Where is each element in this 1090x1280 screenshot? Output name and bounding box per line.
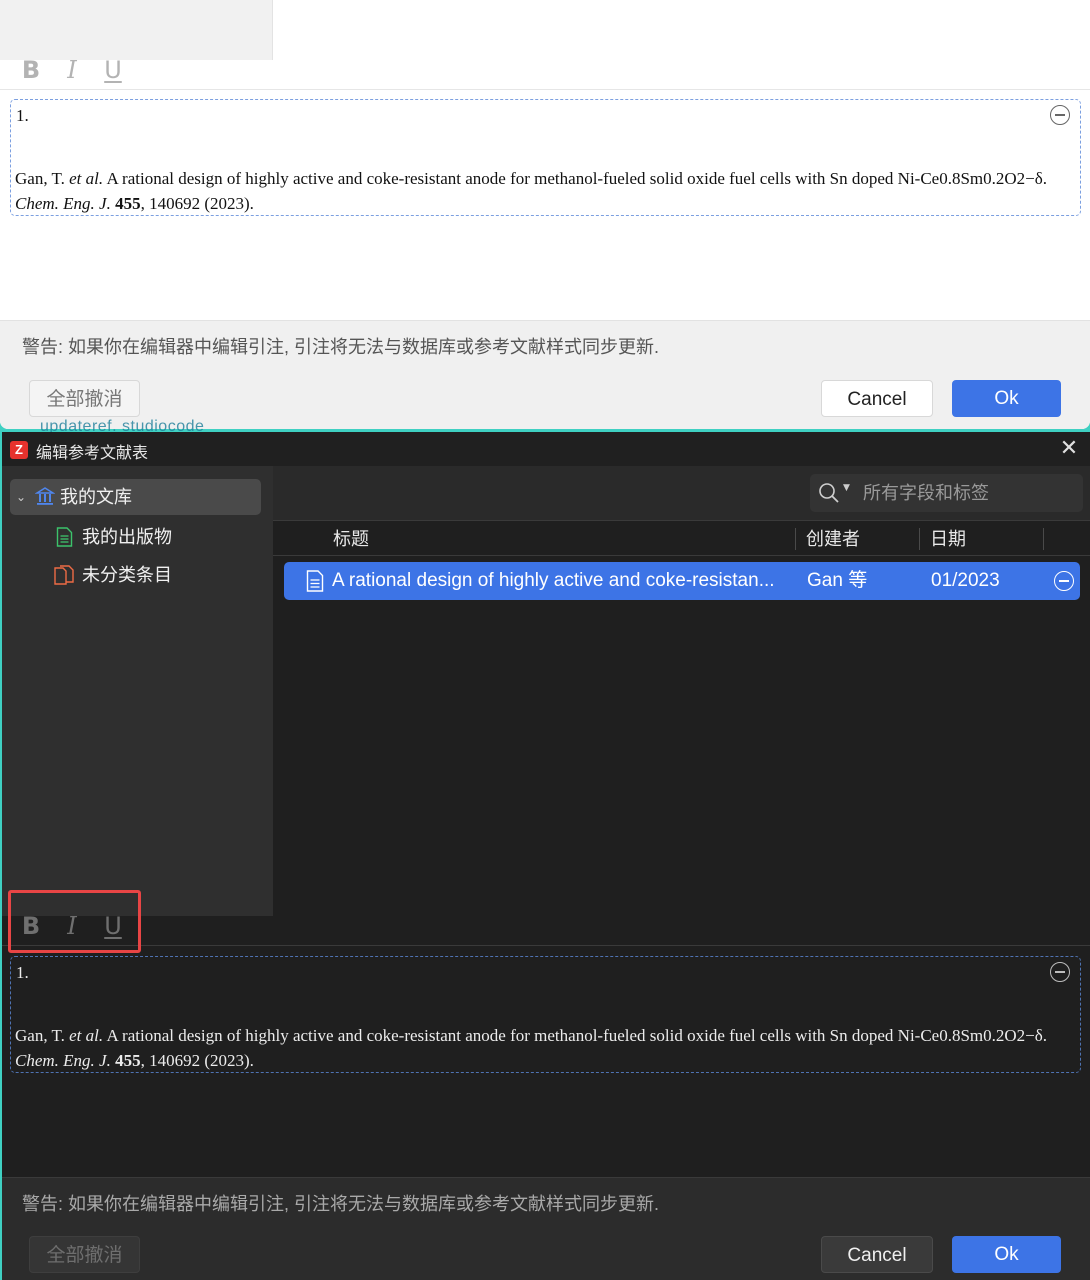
citation-et-al: et al. [69,169,104,188]
sidebar-item-label: 我的文库 [60,487,132,507]
cancel-button[interactable]: Cancel [821,380,933,417]
citation-journal: Chem. Eng. J. [15,194,111,213]
light-editor-dialog: B I U 1. Gan, T. et al. A rational desig… [0,0,1090,429]
column-divider [1043,528,1044,550]
citation-editor[interactable]: 1. Gan, T. et al. A rational design of h… [10,99,1081,216]
sidebar-item-my-library[interactable]: ⌄ 我的文库 [10,479,261,515]
citation-number: 1. [16,106,29,125]
underline-button[interactable]: U [98,56,128,84]
citation-et-al: et al. [69,1026,104,1045]
warning-text: 警告: 如果你在编辑器中编辑引注, 引注将无法与数据库或参考文献样式同步更新. [22,337,660,357]
unfiled-items-icon [54,565,74,585]
item-row-selected[interactable]: A rational design of highly active and c… [284,562,1080,600]
revert-all-button[interactable]: 全部撤消 [29,1236,140,1273]
document-icon [56,527,73,547]
citation-editor[interactable]: 1. Gan, T. et al. A rational design of h… [10,956,1081,1073]
column-headers: 标题 创建者 日期 [273,522,1090,556]
remove-citation-icon[interactable] [1050,962,1070,982]
format-toolbar: B I U [2,908,1090,946]
sidebar-item-label: 未分类条目 [82,565,172,585]
citation-number: 1. [16,963,29,982]
chevron-down-icon[interactable]: ▼ [843,483,850,493]
citation-journal: Chem. Eng. J. [15,1051,111,1070]
library-icon [35,487,55,505]
dialog-footer: 警告: 如果你在编辑器中编辑引注, 引注将无法与数据库或参考文献样式同步更新. … [0,320,1090,429]
cancel-button[interactable]: Cancel [821,1236,933,1273]
column-header-date[interactable]: 日期 [919,528,966,550]
citation-text[interactable]: Gan, T. et al. A rational design of high… [15,1023,1065,1073]
ok-button[interactable]: Ok [952,380,1061,417]
italic-button[interactable]: I [57,912,87,940]
citation-authors: Gan, T. [15,1026,70,1045]
search-icon[interactable] [818,482,840,504]
title-bar: Z 编辑参考文献表 ✕ [2,432,1090,466]
item-creator: Gan 等 [807,570,868,591]
item-date: 01/2023 [931,570,1000,591]
window-title: 编辑参考文献表 [36,445,149,462]
search-box[interactable]: ▼ [810,474,1083,512]
column-header-creator[interactable]: 创建者 [795,528,860,550]
sidebar-item-my-publications[interactable]: 我的出版物 [56,519,256,555]
bold-button[interactable]: B [16,912,46,940]
item-title: A rational design of highly active and c… [332,570,775,591]
column-header-title[interactable]: 标题 [333,522,369,556]
citation-title: A rational design of highly active and c… [103,1026,1048,1045]
chevron-down-icon[interactable]: ⌄ [16,479,26,515]
zotero-app-icon: Z [10,441,28,459]
ok-button[interactable]: Ok [952,1236,1061,1273]
search-bar-row: ▼ [273,466,1090,521]
revert-all-button[interactable]: 全部撤消 [29,380,140,417]
citation-pages-year: , 140692 (2023). [140,1051,254,1070]
dialog-footer: 警告: 如果你在编辑器中编辑引注, 引注将无法与数据库或参考文献样式同步更新. … [2,1177,1090,1280]
format-toolbar: B I U [0,52,1090,90]
citation-volume: 455 [115,194,141,213]
citation-volume: 455 [115,1051,141,1070]
italic-button[interactable]: I [57,56,87,84]
close-icon[interactable]: ✕ [1056,436,1082,462]
remove-citation-icon[interactable] [1050,105,1070,125]
sidebar-item-unfiled-items[interactable]: 未分类条目 [52,557,252,593]
dark-edit-bibliography-dialog: Z 编辑参考文献表 ✕ ⌄ 我的文库 我的出版物 未分类条目 ▼ 所有字段和标签… [2,432,1090,1280]
items-pane: ▼ 标题 创建者 日期 A rational design of highly … [273,466,1090,916]
underline-button[interactable]: U [98,912,128,940]
citation-authors: Gan, T. [15,169,70,188]
remove-item-icon[interactable] [1054,571,1074,591]
bold-button[interactable]: B [16,56,46,84]
citation-pages-year: , 140692 (2023). [140,194,254,213]
library-pane-remnant [0,0,273,60]
document-icon [306,570,324,592]
warning-text: 警告: 如果你在编辑器中编辑引注, 引注将无法与数据库或参考文献样式同步更新. [22,1194,660,1214]
collections-sidebar: ⌄ 我的文库 我的出版物 未分类条目 [2,466,273,916]
citation-title: A rational design of highly active and c… [103,169,1048,188]
sidebar-item-label: 我的出版物 [82,527,172,547]
search-input[interactable] [863,478,1075,508]
citation-text[interactable]: Gan, T. et al. A rational design of high… [15,166,1065,216]
